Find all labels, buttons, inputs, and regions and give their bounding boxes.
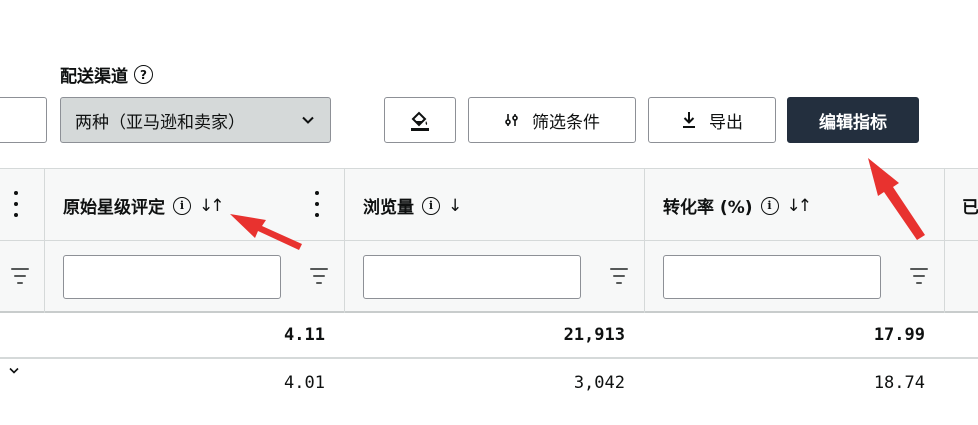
chevron-down-icon <box>302 116 314 124</box>
row-rating: 4.01 <box>284 373 325 393</box>
column-divider <box>644 241 645 313</box>
column-style-button[interactable] <box>384 97 456 143</box>
column-header-label: 转化率 (%) <box>663 198 753 218</box>
sort-icon[interactable]: ↓↑ <box>787 196 812 216</box>
filter-conditions-label: 筛选条件 <box>532 112 600 133</box>
column-header-label: 浏览量 <box>363 198 414 218</box>
sliders-icon <box>505 114 518 126</box>
column-divider[interactable] <box>944 169 945 242</box>
fulfillment-channel-select[interactable]: 两种（亚马逊和卖家） <box>60 97 331 143</box>
column-divider <box>44 241 45 313</box>
column-divider <box>944 241 945 313</box>
column-menu-icon[interactable] <box>13 191 19 217</box>
column-header-label: 已 <box>962 198 978 218</box>
search-input[interactable] <box>0 97 47 143</box>
totals-row: 4.11 21,913 17.99 <box>0 313 978 359</box>
row-conversion: 18.74 <box>873 373 925 393</box>
total-views: 21,913 <box>563 325 625 345</box>
edit-metrics-button[interactable]: 编辑指标 <box>787 97 919 143</box>
column-menu-icon[interactable] <box>314 191 320 217</box>
edit-metrics-label: 编辑指标 <box>819 112 887 133</box>
filter-conditions-button[interactable]: 筛选条件 <box>468 97 636 143</box>
column-divider[interactable] <box>44 169 45 242</box>
filter-icon[interactable] <box>610 268 628 284</box>
channel-label: 配送渠道 ? <box>60 62 153 87</box>
info-icon[interactable]: i <box>173 196 191 215</box>
table-row[interactable]: 4.01 3,042 18.74 <box>0 359 978 409</box>
column-header-views[interactable]: 浏览量 i ↓ <box>363 169 462 242</box>
column-divider <box>344 241 345 313</box>
expand-chevron-icon[interactable] <box>8 365 20 377</box>
channel-selected-value: 两种（亚马逊和卖家） <box>75 112 245 133</box>
channel-label-text: 配送渠道 <box>60 67 128 87</box>
row-views: 3,042 <box>573 373 625 393</box>
column-header-conversion[interactable]: 转化率 (%) i ↓↑ <box>663 169 812 242</box>
sort-icon[interactable]: ↓↑ <box>199 196 224 216</box>
export-button[interactable]: 导出 <box>648 97 776 143</box>
filter-icon[interactable] <box>11 268 29 284</box>
column-header-rating[interactable]: 原始星级评定 i ↓↑ <box>63 169 224 242</box>
export-label: 导出 <box>709 112 743 133</box>
column-header-label: 原始星级评定 <box>63 198 165 218</box>
total-rating: 4.11 <box>284 325 325 345</box>
table-filter-row <box>0 241 978 313</box>
paint-bucket-icon <box>411 111 429 131</box>
conversion-filter-input[interactable] <box>663 255 881 299</box>
info-icon[interactable]: i <box>760 196 779 215</box>
views-filter-input[interactable] <box>363 255 581 299</box>
column-divider[interactable] <box>644 169 645 242</box>
info-icon[interactable]: i <box>422 196 440 215</box>
table-header-row: 原始星级评定 i ↓↑ 浏览量 i ↓ 转化率 (%) i ↓↑ 已 <box>0 168 978 242</box>
total-conversion: 17.99 <box>873 325 925 345</box>
sort-icon[interactable]: ↓ <box>448 196 462 216</box>
filter-icon[interactable] <box>310 268 328 284</box>
question-circle-icon[interactable]: ? <box>134 65 153 84</box>
metrics-page: 配送渠道 ? 两种（亚马逊和卖家） 筛选条件 导出 编辑指标 原始星级评定 i … <box>0 0 978 425</box>
filter-icon[interactable] <box>910 268 928 284</box>
download-icon <box>683 112 695 128</box>
column-header-partial[interactable]: 已 <box>962 169 978 242</box>
rating-filter-input[interactable] <box>63 255 281 299</box>
column-divider[interactable] <box>344 169 345 242</box>
